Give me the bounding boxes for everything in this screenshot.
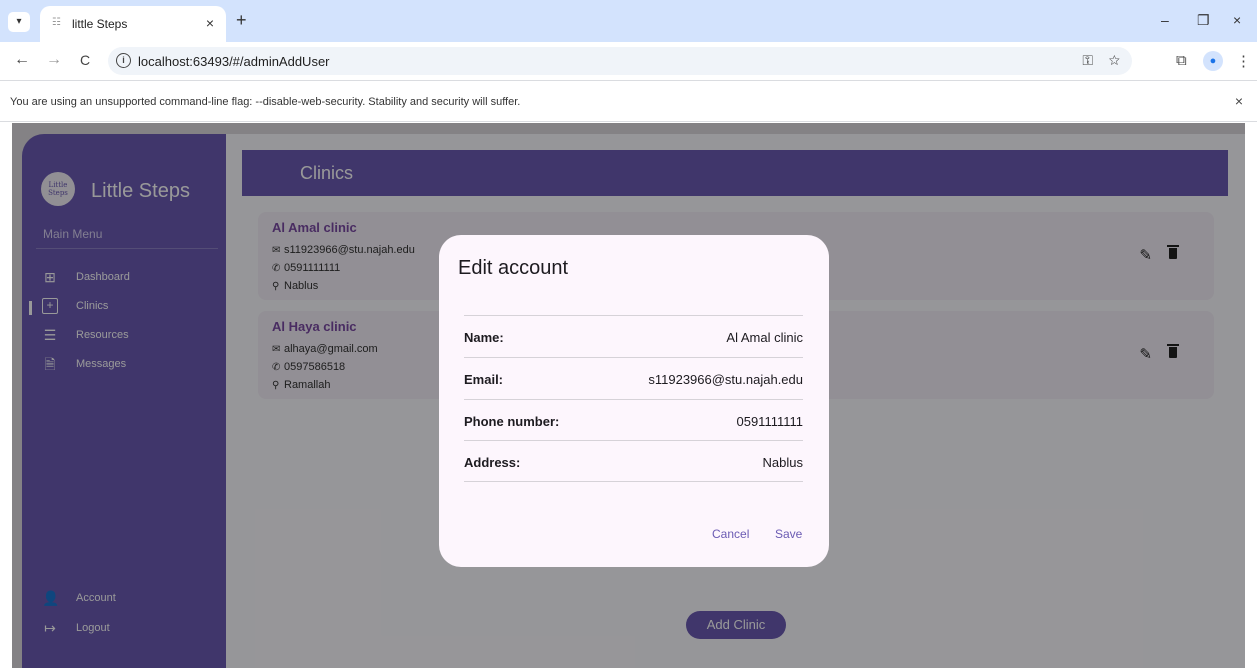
url-text[interactable]: localhost:63493/#/adminAddUser [138,54,330,69]
browser-tab[interactable]: ☷ little Steps × [40,6,226,42]
tab-search-chevron-down-icon[interactable]: ▾ [8,12,30,32]
infobar-close-icon[interactable]: × [1235,93,1243,109]
divider [464,481,803,482]
cancel-button[interactable]: Cancel [712,527,749,541]
field-value: Al Amal clinic [726,330,803,345]
maximize-icon[interactable]: ❐ [1197,12,1210,29]
field-value: 0591111111 [736,414,803,429]
profile-avatar-icon[interactable]: ● [1203,51,1223,71]
infobar-text: You are using an unsupported command-lin… [10,96,521,108]
bookmark-star-icon[interactable]: ☆ [1109,52,1120,68]
forward-icon[interactable]: → [46,51,62,69]
field-label: Email: [464,372,504,387]
field-label: Name: [464,330,504,345]
tab-title: little Steps [72,17,128,31]
address-bar[interactable]: i localhost:63493/#/adminAddUser ⚿ ☆ [108,47,1132,75]
field-label: Phone number: [464,414,560,429]
tab-close-icon[interactable]: × [206,15,214,31]
edit-account-dialog: Edit account Name: Al Amal clinic Email:… [439,235,829,567]
reload-icon[interactable]: C [80,51,90,69]
window-close-icon[interactable]: × [1233,12,1241,28]
extensions-icon[interactable]: ⧉ [1176,52,1187,69]
field-row-email: Email: s11923966@stu.najah.edu [464,357,803,399]
minimize-icon[interactable]: – [1161,12,1169,28]
dialog-title: Edit account [458,257,569,279]
field-label: Address: [464,455,521,470]
back-icon[interactable]: ← [14,51,30,69]
save-button[interactable]: Save [775,527,802,541]
field-row-address: Address: Nablus [464,440,803,482]
field-value: s11923966@stu.najah.edu [648,372,803,387]
browser-tab-bar: ▾ ☷ little Steps × + – ❐ × [0,0,1257,42]
field-row-phone: Phone number: 0591111111 [464,399,803,441]
field-row-name: Name: Al Amal clinic [464,315,803,357]
warning-infobar: You are using an unsupported command-lin… [0,80,1257,122]
password-key-icon[interactable]: ⚿ [1082,52,1093,68]
browser-toolbar: ← → C i localhost:63493/#/adminAddUser ⚿… [0,42,1257,80]
site-info-icon[interactable]: i [116,53,131,68]
browser-menu-icon[interactable]: ⋮ [1236,52,1251,70]
field-value: Nablus [762,455,803,470]
tab-favicon-icon: ☷ [52,17,61,28]
new-tab-icon[interactable]: + [236,11,247,29]
